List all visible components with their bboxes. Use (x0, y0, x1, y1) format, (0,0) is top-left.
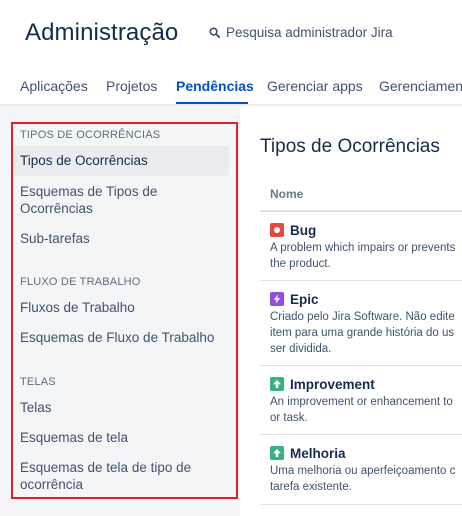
admin-header: Administração Pesquisa administrador Jir… (0, 0, 462, 106)
epic-icon (270, 292, 284, 306)
main-content: Tipos de Ocorrências Nome Bug A problem … (240, 106, 462, 516)
tab-gerenciamento[interactable]: Gerenciamento (379, 78, 462, 94)
description-line: Criado pelo Jira Software. Não edite (270, 311, 455, 323)
table-row-epic: Epic Criado pelo Jira Software. Não edit… (270, 291, 462, 357)
sidebar-item-telas[interactable]: Telas (12, 399, 229, 416)
issue-type-name[interactable]: Bug (290, 223, 316, 238)
description-line: item para uma grande história do us (270, 327, 455, 339)
tab-aplicacoes[interactable]: Aplicações (20, 78, 88, 94)
improvement-icon (270, 377, 284, 391)
description-line: the product. (270, 258, 331, 270)
sidebar-item-esquemas-de-tela-tipo[interactable]: Esquemas de tela de tipo de ocorrência (12, 459, 229, 493)
row-divider (260, 504, 462, 505)
sidebar-item-fluxos-de-trabalho[interactable]: Fluxos de Trabalho (12, 299, 229, 316)
search-label[interactable]: Pesquisa administrador Jira (226, 25, 393, 40)
bug-icon (270, 223, 284, 237)
issue-type-description: An improvement or enhancement to or task… (270, 394, 462, 426)
sidebar-item-label: Esquemas de Tipos de (20, 184, 158, 199)
tab-pendencias[interactable]: Pendências (176, 78, 254, 94)
issue-type-description: Criado pelo Jira Software. Não edite ite… (270, 309, 462, 357)
sidebar-item-label: Esquemas de tela (20, 430, 129, 445)
issue-type-description: A problem which impairs or prevents the … (270, 240, 462, 272)
description-line: A problem which impairs or prevents (270, 242, 456, 254)
issue-type-name[interactable]: Epic (290, 292, 319, 307)
row-divider (260, 280, 462, 281)
sidebar-item-label: Telas (20, 400, 52, 415)
description-line: ser dividida. (270, 343, 332, 355)
sidebar-item-label-continued: Ocorrências (20, 201, 93, 216)
sidebar-section-title-telas: TELAS (20, 376, 56, 388)
description-line: or task. (270, 412, 308, 424)
tab-gerenciar-apps[interactable]: Gerenciar apps (267, 78, 363, 94)
content-title: Tipos de Ocorrências (260, 136, 440, 157)
table-header-divider (260, 210, 462, 212)
sidebar-section-title-tipos: TIPOS DE OCORRÊNCIAS (20, 129, 161, 141)
issue-type-description: Uma melhoria ou aperfeiçoamento c tarefa… (270, 463, 462, 495)
description-line: Uma melhoria ou aperfeiçoamento c (270, 465, 456, 477)
issue-type-name[interactable]: Improvement (290, 377, 375, 392)
admin-search[interactable]: Pesquisa administrador Jira (209, 25, 393, 40)
sidebar-item-label: Tipos de Ocorrências (20, 153, 148, 168)
sidebar-item-esquemas-de-fluxo[interactable]: Esquemas de Fluxo de Trabalho (12, 329, 229, 346)
row-divider (260, 434, 462, 435)
table-row-improvement: Improvement An improvement or enhancemen… (270, 376, 462, 426)
sidebar-item-tipos-de-ocorrencias[interactable]: Tipos de Ocorrências (12, 146, 229, 176)
table-row-bug: Bug A problem which impairs or prevents … (270, 222, 462, 272)
sidebar-item-label: Sub-tarefas (20, 231, 90, 246)
description-line: tarefa existente. (270, 481, 352, 493)
admin-tabs: Aplicações Projetos Pendências Gerenciar… (0, 74, 462, 104)
table-row-melhoria: Melhoria Uma melhoria ou aperfeiçoamento… (270, 445, 462, 495)
search-icon (209, 27, 220, 38)
sidebar-item-sub-tarefas[interactable]: Sub-tarefas (12, 230, 229, 247)
sidebar-item-label: Esquemas de tela de tipo de (20, 460, 192, 475)
issue-type-name[interactable]: Melhoria (290, 446, 346, 461)
description-line: An improvement or enhancement to (270, 396, 453, 408)
sidebar-item-esquemas-de-tipos[interactable]: Esquemas de Tipos de Ocorrências (12, 183, 229, 217)
tab-projetos[interactable]: Projetos (106, 78, 157, 94)
sidebar-item-esquemas-de-tela[interactable]: Esquemas de tela (12, 429, 229, 446)
melhoria-icon (270, 446, 284, 460)
sidebar-item-label: Esquemas de Fluxo de Trabalho (20, 330, 215, 345)
page-title: Administração (25, 19, 179, 46)
sidebar-section-title-fluxo: FLUXO DE TRABALHO (20, 276, 141, 288)
column-header-nome[interactable]: Nome (270, 187, 303, 201)
sidebar-item-label-continued: ocorrência (20, 477, 84, 492)
sidebar-item-label: Fluxos de Trabalho (20, 300, 135, 315)
row-divider (260, 365, 462, 366)
